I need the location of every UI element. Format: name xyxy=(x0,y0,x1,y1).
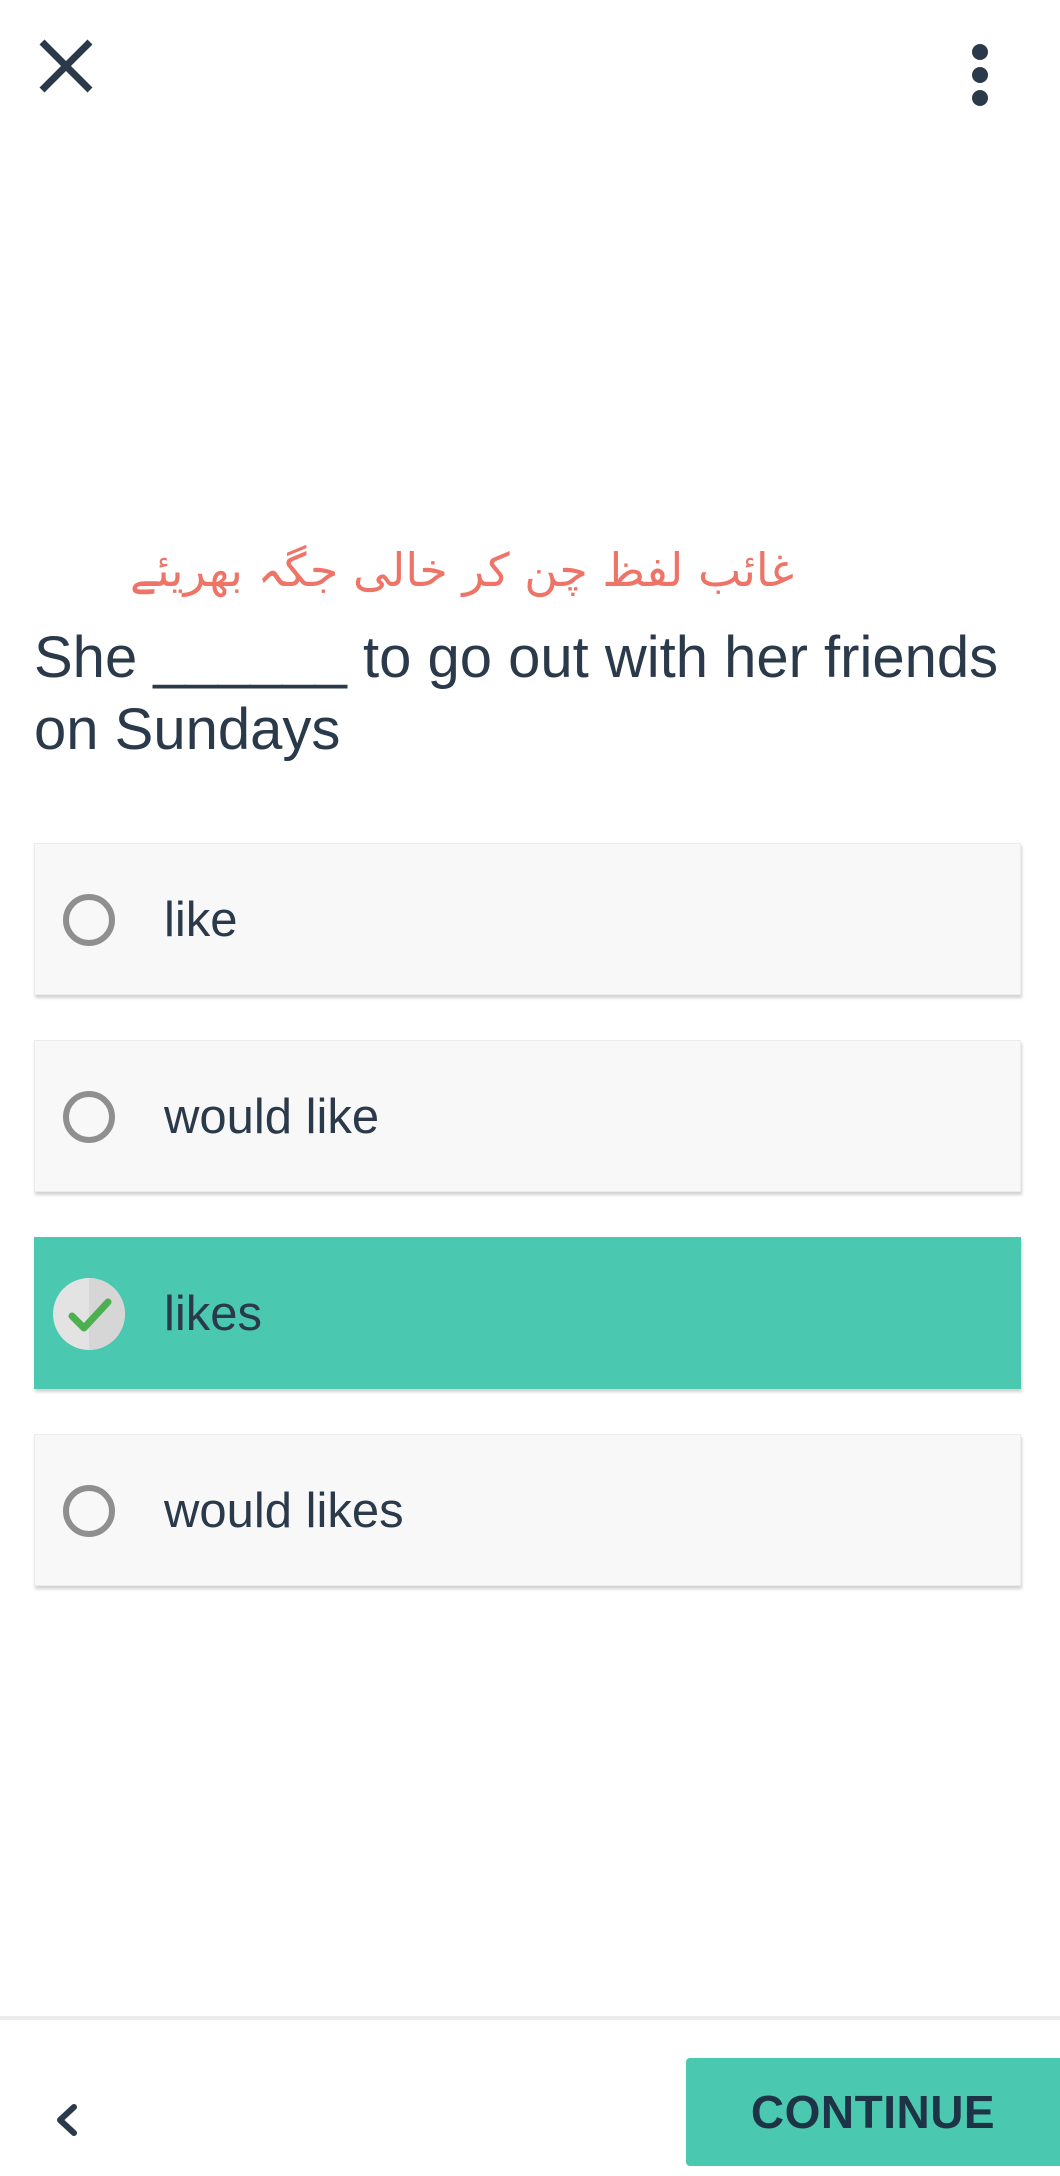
chevron-left-icon xyxy=(57,2104,77,2136)
radio-unchecked-icon xyxy=(63,1091,115,1143)
instruction-text: غائب لفظ چن کر خالی جگہ بھریئے xyxy=(129,543,794,597)
close-icon xyxy=(39,39,93,93)
option-label: would likes xyxy=(164,1484,404,1538)
footer-divider xyxy=(0,2016,1060,2020)
back-button[interactable] xyxy=(40,2085,90,2155)
check-circle-icon xyxy=(53,1278,125,1350)
option-like[interactable]: like xyxy=(34,843,1021,995)
more-vertical-icon xyxy=(972,44,988,106)
option-label: likes xyxy=(164,1287,263,1341)
option-label: would like xyxy=(164,1090,380,1144)
radio-unchecked-icon xyxy=(63,1485,115,1537)
option-would-likes[interactable]: would likes xyxy=(34,1434,1021,1586)
option-label: like xyxy=(164,893,238,947)
option-likes[interactable]: likes xyxy=(34,1237,1021,1389)
more-options-button[interactable] xyxy=(950,30,1010,114)
question-text: She ______ to go out with her friends on… xyxy=(34,625,999,762)
radio-unchecked-icon xyxy=(63,894,115,946)
option-would-like[interactable]: would like xyxy=(34,1040,1021,1192)
close-button[interactable] xyxy=(30,30,102,102)
top-bar xyxy=(0,0,1060,140)
continue-button[interactable]: CONTINUE xyxy=(686,2058,1060,2166)
